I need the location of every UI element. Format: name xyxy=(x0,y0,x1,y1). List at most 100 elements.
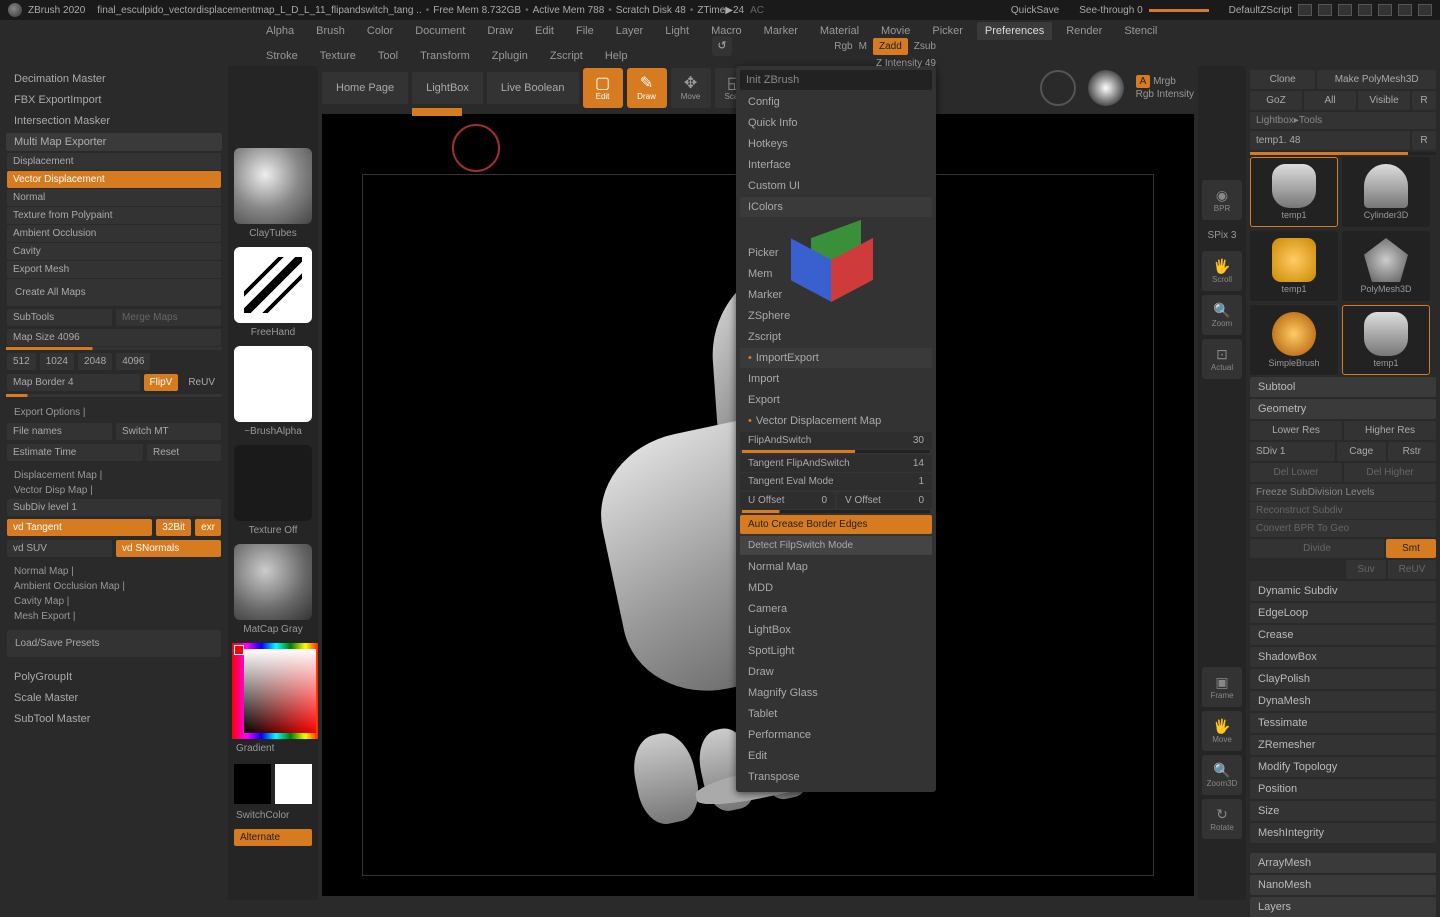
section-ao-map[interactable]: Ambient Occlusion Map | xyxy=(6,579,222,594)
swatch-white[interactable] xyxy=(275,764,312,804)
slider-u-offset[interactable]: U Offset0 xyxy=(740,492,835,509)
pref-draw[interactable]: Draw xyxy=(740,662,932,682)
slider-tangent-fas[interactable]: Tangent FlipAndSwitch14 xyxy=(740,455,932,472)
pref-spotlight[interactable]: SpotLight xyxy=(740,641,932,661)
menu-stencil[interactable]: Stencil xyxy=(1116,22,1165,40)
pref-edit[interactable]: Edit xyxy=(740,746,932,766)
tool-thumb-polymesh[interactable]: PolyMesh3D xyxy=(1342,231,1430,301)
pref-lightbox[interactable]: LightBox xyxy=(740,620,932,640)
frame-button[interactable]: ▣Frame xyxy=(1202,667,1242,707)
gradient-label[interactable]: Gradient xyxy=(232,741,314,760)
move3d-button[interactable]: 🖐Move xyxy=(1202,711,1242,751)
alpha-thumb[interactable] xyxy=(234,346,312,422)
freeze-subdiv-button[interactable]: Freeze SubDivision Levels xyxy=(1250,484,1436,501)
m-button[interactable]: M xyxy=(859,41,867,52)
tool-thumb-cylinder[interactable]: Cylinder3D xyxy=(1342,157,1430,227)
section-disp-map[interactable]: Displacement Map | xyxy=(6,468,222,483)
seethrough-value[interactable]: 0 xyxy=(1137,5,1143,16)
sec-tessimate[interactable]: Tessimate xyxy=(1250,713,1436,733)
window-btn-2[interactable] xyxy=(1318,4,1332,16)
shading-sphere-icon[interactable] xyxy=(1088,70,1124,106)
home-page-button[interactable]: Home Page xyxy=(322,72,408,104)
z-intensity-value[interactable]: 49 xyxy=(925,58,936,69)
menu-layer[interactable]: Layer xyxy=(608,22,652,40)
menu-brush[interactable]: Brush xyxy=(308,22,353,40)
reconstruct-subdiv-button[interactable]: Reconstruct Subdiv xyxy=(1250,502,1436,519)
sec-arraymesh[interactable]: ArrayMesh xyxy=(1250,853,1436,873)
clone-button[interactable]: Clone xyxy=(1250,70,1315,89)
section-vdisp-map[interactable]: Vector Disp Map | xyxy=(6,483,222,498)
brush-thumb[interactable] xyxy=(234,148,312,224)
lightbox-button[interactable]: LightBox xyxy=(412,72,483,104)
actual-button[interactable]: ⊡Actual xyxy=(1202,339,1242,379)
smt-button[interactable]: Smt xyxy=(1386,539,1436,558)
pref-camera[interactable]: Camera xyxy=(740,599,932,619)
lower-res-button[interactable]: Lower Res xyxy=(1250,421,1342,440)
pref-hotkeys[interactable]: Hotkeys xyxy=(740,134,932,154)
btn-estimate-time[interactable]: Estimate Time xyxy=(7,444,143,461)
menu-render[interactable]: Render xyxy=(1058,22,1110,40)
btn-displacement[interactable]: Displacement xyxy=(7,153,221,170)
suv-button[interactable]: Suv xyxy=(1346,560,1386,579)
menu-document[interactable]: Document xyxy=(407,22,473,40)
pref-quickinfo[interactable]: Quick Info xyxy=(740,113,932,133)
btn-normal[interactable]: Normal xyxy=(7,189,221,206)
map-border-slider-track[interactable] xyxy=(6,394,222,397)
window-close[interactable] xyxy=(1418,4,1432,16)
pref-magnify[interactable]: Magnify Glass xyxy=(740,683,932,703)
menu-file[interactable]: File xyxy=(568,22,602,40)
pref-performance[interactable]: Performance xyxy=(740,725,932,745)
live-boolean-button[interactable]: Live Boolean xyxy=(487,72,579,104)
menu-transform[interactable]: Transform xyxy=(412,47,478,65)
viewport-top-slider[interactable] xyxy=(412,108,462,116)
higher-res-button[interactable]: Higher Res xyxy=(1344,421,1436,440)
preset-4096[interactable]: 4096 xyxy=(116,353,150,370)
del-higher-button[interactable]: Del Higher xyxy=(1344,463,1436,482)
history-icon[interactable]: ↺ xyxy=(712,36,732,56)
slider-map-size[interactable]: Map Size 4096 xyxy=(7,329,221,346)
menu-stroke[interactable]: Stroke xyxy=(258,47,306,65)
menu-texture[interactable]: Texture xyxy=(312,47,364,65)
pref-config[interactable]: Config xyxy=(740,92,932,112)
menu-marker[interactable]: Marker xyxy=(756,22,806,40)
btn-flipv[interactable]: FlipV xyxy=(144,374,179,391)
bpr-button[interactable]: ◉BPR xyxy=(1202,180,1242,220)
a-button[interactable]: A xyxy=(1136,75,1151,88)
menu-zscript[interactable]: Zscript xyxy=(542,47,591,65)
menu-light[interactable]: Light xyxy=(657,22,697,40)
spix-value[interactable]: SPix 3 xyxy=(1198,224,1246,247)
menu-preferences[interactable]: Preferences xyxy=(977,22,1052,40)
window-btn-1[interactable] xyxy=(1298,4,1312,16)
make-polymesh3d-button[interactable]: Make PolyMesh3D xyxy=(1317,70,1436,89)
default-zscript-button[interactable]: DefaultZScript xyxy=(1229,5,1292,16)
btn-32bit[interactable]: 32Bit xyxy=(156,519,191,536)
btn-auto-crease[interactable]: Auto Crease Border Edges xyxy=(740,515,932,534)
btn-vd-snormals[interactable]: vd SNormals xyxy=(116,540,221,557)
sec-modify-topology[interactable]: Modify Topology xyxy=(1250,757,1436,777)
section-mme[interactable]: Multi Map Exporter xyxy=(6,133,222,151)
convert-bpr-button[interactable]: Convert BPR To Geo xyxy=(1250,520,1436,537)
material-thumb[interactable] xyxy=(234,544,312,620)
zoom3d-button[interactable]: 🔍Zoom3D xyxy=(1202,755,1242,795)
color-picker[interactable] xyxy=(232,643,320,739)
sec-edgeloop[interactable]: EdgeLoop xyxy=(1250,603,1436,623)
pref-normalmap[interactable]: Normal Map xyxy=(740,557,932,577)
goz-visible-button[interactable]: Visible xyxy=(1358,91,1410,110)
menu-alpha[interactable]: Alpha xyxy=(258,22,302,40)
sec-crease[interactable]: Crease xyxy=(1250,625,1436,645)
rstr-button[interactable]: Rstr xyxy=(1388,442,1437,461)
del-lower-button[interactable]: Del Lower xyxy=(1250,463,1342,482)
scroll-button[interactable]: 🖐Scroll xyxy=(1202,251,1242,291)
slider-flipandswitch[interactable]: FlipAndSwitch30 xyxy=(740,432,932,449)
tool-thumb-temp1c[interactable]: temp1 xyxy=(1342,305,1430,375)
btn-ao[interactable]: Ambient Occlusion xyxy=(7,225,221,242)
swatch-black[interactable] xyxy=(234,764,271,804)
pref-importexport[interactable]: ImportExport xyxy=(740,348,932,368)
btn-cavity[interactable]: Cavity xyxy=(7,243,221,260)
sec-position[interactable]: Position xyxy=(1250,779,1436,799)
menu-draw[interactable]: Draw xyxy=(479,22,521,40)
tool-r-button[interactable]: R xyxy=(1412,131,1436,150)
btn-vector-displacement[interactable]: Vector Displacement xyxy=(7,171,221,188)
pref-import[interactable]: Import xyxy=(740,369,932,389)
menu-tool[interactable]: Tool xyxy=(370,47,406,65)
